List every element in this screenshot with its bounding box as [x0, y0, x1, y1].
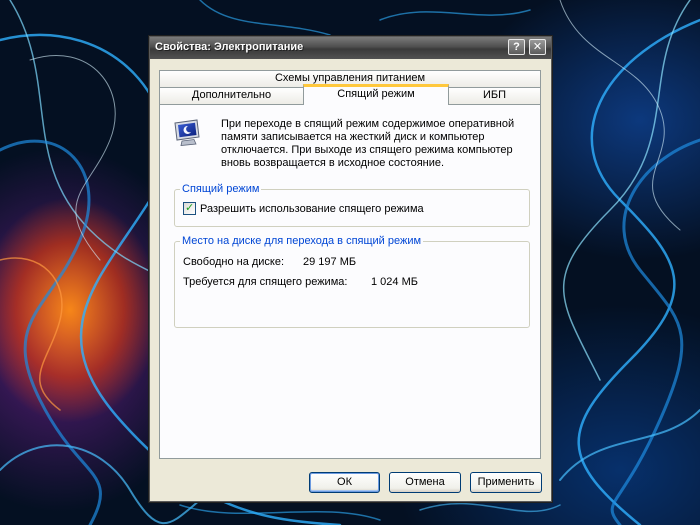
- window-title: Свойства: Электропитание: [155, 41, 304, 53]
- enable-hibernate-checkbox[interactable]: ✓: [183, 202, 196, 215]
- free-space-label: Свободно на диске:: [183, 256, 285, 268]
- apply-button[interactable]: Применить: [470, 472, 542, 493]
- cancel-button[interactable]: Отмена: [389, 472, 461, 493]
- checkmark-icon: ✓: [185, 202, 195, 214]
- tab-advanced[interactable]: Дополнительно: [159, 87, 304, 105]
- disk-space-group-title: Место на диске для перехода в спящий реж…: [180, 235, 424, 247]
- hibernate-group-title: Спящий режим: [180, 183, 262, 195]
- ok-button[interactable]: ОК: [309, 472, 380, 493]
- close-button[interactable]: ✕: [529, 39, 546, 55]
- tab-ups-label: ИБП: [482, 89, 507, 101]
- help-button[interactable]: ?: [508, 39, 525, 55]
- tab-hibernate[interactable]: Спящий режим: [303, 84, 449, 105]
- tab-advanced-label: Дополнительно: [191, 89, 272, 101]
- monitor-sleep-icon: [174, 119, 200, 146]
- enable-hibernate-label[interactable]: Разрешить использование спящего режима: [200, 203, 424, 215]
- free-space-value: 29 197 МБ: [303, 256, 357, 268]
- tab-ups[interactable]: ИБП: [448, 87, 541, 105]
- required-space-value: 1 024 МБ: [371, 276, 418, 288]
- title-bar[interactable]: Свойства: Электропитание ? ✕: [150, 37, 551, 59]
- tab-hibernate-label: Спящий режим: [337, 88, 415, 100]
- tab-power-schemes-label: Схемы управления питанием: [274, 72, 426, 84]
- required-space-label: Требуется для спящего режима:: [183, 276, 348, 288]
- hibernate-description: При переходе в спящий режим содержимое о…: [221, 118, 515, 169]
